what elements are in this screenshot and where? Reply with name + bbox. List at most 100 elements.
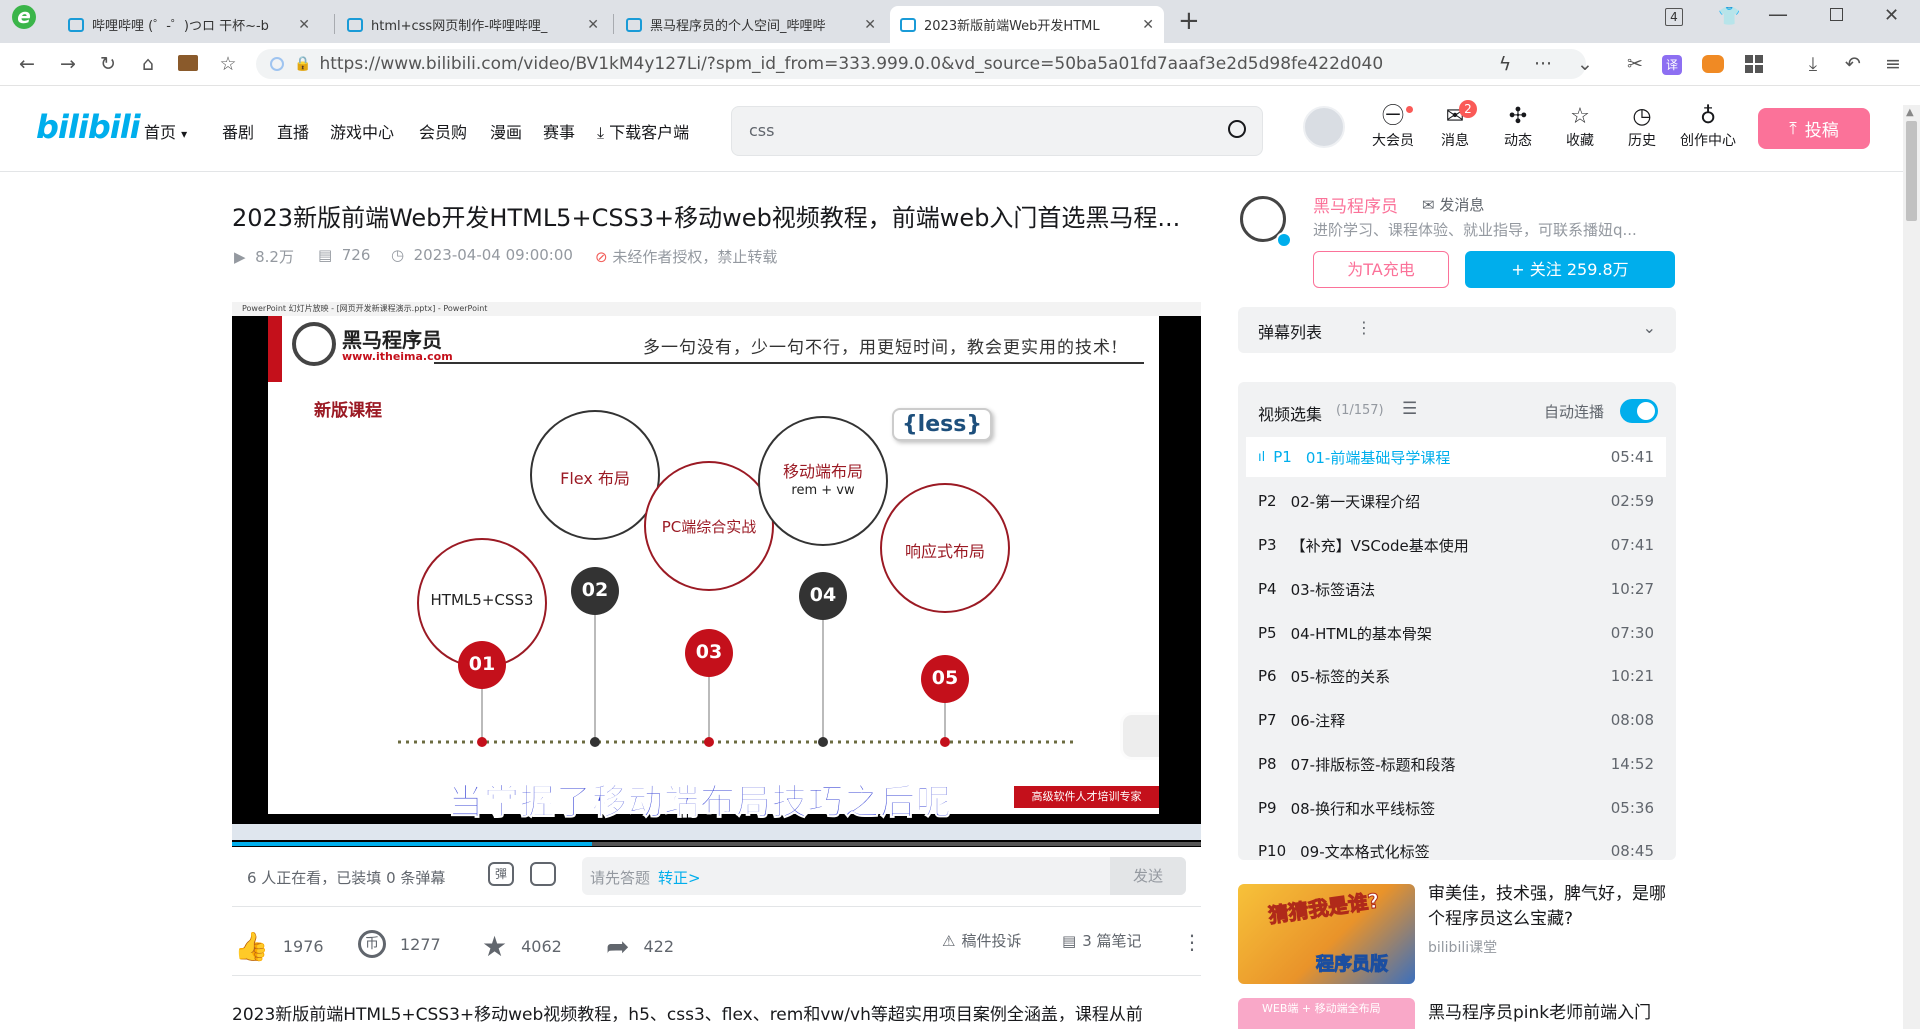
playlist-item[interactable]: P8 07-排版标签-标题和段落 14:52 (1246, 744, 1666, 784)
search-box[interactable]: css (731, 106, 1263, 156)
search-icon[interactable] (1228, 120, 1246, 138)
undo-icon[interactable]: ↶ (1840, 52, 1866, 76)
close-tab-icon[interactable]: ✕ (587, 17, 599, 33)
danmaku-toggle-icon[interactable]: 彈 (488, 862, 514, 886)
playlist-item-current[interactable]: ıl P1 01-前端基础导学课程 05:41 (1246, 437, 1666, 477)
dropdown-chevron-icon[interactable]: ⌄ (1572, 52, 1598, 76)
favorite-button[interactable]: ★ 4062 (482, 930, 562, 963)
header-history[interactable]: ◷ 历史 (1612, 104, 1672, 150)
upload-button[interactable]: ⤒ 投稿 (1758, 108, 1870, 149)
menu-icon[interactable]: ≡ (1880, 52, 1906, 76)
page-scrollbar[interactable]: ▲ (1903, 105, 1920, 1029)
skin-icon[interactable]: 👕 (1718, 6, 1740, 27)
recommend-thumbnail[interactable]: 猜猜我是谁? 程序员版 (1238, 884, 1415, 984)
url-text[interactable]: https://www.bilibili.com/video/BV1kM4y12… (319, 54, 1383, 74)
autoplay-toggle[interactable] (1620, 399, 1658, 423)
send-button[interactable]: 发送 (1110, 857, 1186, 895)
browser-tab[interactable]: html+css网页制作-哔哩哔哩_ ✕ (337, 6, 609, 43)
nav-download-client[interactable]: ⤓ 下载客户端 (597, 119, 689, 143)
notes-button[interactable]: ▤ 3 篇笔记 (1062, 930, 1142, 951)
browser-tab[interactable]: 黑马程序员的个人空间_哔哩哔 ✕ (616, 6, 886, 43)
playlist-item[interactable]: P3 【补充】VSCode基本使用 07:41 (1246, 525, 1666, 565)
recommend-thumbnail[interactable]: WEB端 + 移动端全布局 (1238, 998, 1415, 1029)
bilibili-logo[interactable]: bilibili (36, 108, 141, 146)
danmaku-settings-icon[interactable] (530, 862, 556, 886)
video-description: 2023新版前端HTML5+CSS3+移动web视频教程，h5、css3、fle… (232, 1005, 1143, 1025)
charge-button[interactable]: 为TA充电 (1313, 251, 1449, 288)
nav-live[interactable]: 直播 (277, 119, 309, 143)
nav-home[interactable]: 首页 ▾ (144, 119, 187, 143)
translate-icon[interactable]: 译 (1662, 55, 1682, 75)
header-vip[interactable]: ㊀大会员 (1363, 104, 1423, 150)
playlist-item[interactable]: P9 08-换行和水平线标签 05:36 (1246, 788, 1666, 828)
player-big-play-icon[interactable] (1120, 712, 1159, 760)
more-actions-icon[interactable]: ⋮ (1182, 930, 1202, 954)
playlist-count: (1/157) (1336, 403, 1384, 418)
close-tab-icon[interactable]: ✕ (864, 17, 876, 33)
coin-icon: 币 (358, 930, 386, 958)
chevron-down-icon[interactable]: ⌄ (1643, 318, 1656, 337)
nav-anime[interactable]: 番剧 (222, 119, 254, 143)
scrollbar-up-arrow[interactable]: ▲ (1906, 107, 1914, 118)
lightning-icon[interactable]: ϟ (1492, 52, 1518, 76)
favorites-icon[interactable]: ☆ (215, 52, 241, 76)
address-bar[interactable]: 🔒 https://www.bilibili.com/video/BV1kM4y… (256, 49, 1586, 79)
follow-button[interactable]: + 关注 259.8万 (1465, 251, 1675, 288)
restore-icon[interactable] (1830, 8, 1843, 21)
danmaku-list-panel[interactable]: 弹幕列表 ⋮ ⌄ (1238, 307, 1676, 353)
game-icon[interactable] (1702, 55, 1724, 73)
search-input[interactable]: css (749, 121, 774, 140)
nav-esports[interactable]: 赛事 (543, 119, 575, 143)
playlist-item[interactable]: P10 09-文本格式化标签 08:45 (1246, 831, 1666, 860)
home-icon[interactable]: ⌂ (135, 52, 161, 76)
coin-button[interactable]: 币 1277 (358, 930, 441, 958)
nav-game-center[interactable]: 游戏中心 (330, 119, 394, 143)
send-message-link[interactable]: ✉ 发消息 (1422, 194, 1484, 215)
recommend-title[interactable]: 审美佳，技术强，脾气好，是哪个程序员这么宝藏? (1428, 882, 1678, 932)
playlist-item[interactable]: P4 03-标签语法 10:27 (1246, 569, 1666, 609)
recommend-author[interactable]: bilibili课堂 (1428, 937, 1497, 957)
more-dots-icon[interactable]: ··· (1530, 52, 1556, 76)
close-tab-icon[interactable]: ✕ (1142, 17, 1154, 33)
report-button[interactable]: ⚠ 稿件投诉 (942, 930, 1021, 951)
back-icon[interactable]: ← (14, 52, 40, 76)
playlist-item[interactable]: P6 05-标签的关系 10:21 (1246, 656, 1666, 696)
recommend-title[interactable]: 黑马程序员pink老师前端入门 (1428, 998, 1651, 1023)
playlist-item[interactable]: P5 04-HTML的基本骨架 07:30 (1246, 613, 1666, 653)
list-view-icon[interactable]: ☰ (1402, 399, 1417, 419)
video-player[interactable]: PowerPoint 幻灯片放映 - [网页开发新课程演示.pptx] - Po… (232, 302, 1201, 847)
apps-grid-icon[interactable] (1745, 55, 1763, 73)
danmaku-list-more-icon[interactable]: ⋮ (1356, 318, 1372, 337)
share-button[interactable]: ➦ 422 (606, 930, 674, 963)
close-tab-icon[interactable]: ✕ (298, 17, 310, 33)
scrollbar-thumb[interactable] (1906, 121, 1917, 221)
header-dynamic[interactable]: ✣ 动态 (1488, 104, 1548, 150)
danmaku-input[interactable]: 请先答题 转正> 发送 (582, 857, 1186, 895)
playlist-item[interactable]: P7 06-注释 08:08 (1246, 700, 1666, 740)
uploader-name[interactable]: 黑马程序员 (1313, 192, 1398, 217)
forward-icon[interactable]: → (55, 52, 81, 76)
close-window-icon[interactable]: ✕ (1884, 5, 1899, 26)
playlist-item[interactable]: P2 02-第一天课程介绍 02:59 (1246, 481, 1666, 521)
reload-icon[interactable]: ↻ (95, 52, 121, 76)
answer-link[interactable]: 转正> (658, 867, 701, 888)
browser-tab[interactable]: 哔哩哔哩 (゜-゜)つロ 干杯~-b ✕ (58, 6, 320, 43)
header-messages[interactable]: ✉ 消息 2 (1425, 100, 1485, 150)
warning-icon: ⚠ (942, 931, 956, 950)
header-favorites[interactable]: ☆ 收藏 (1550, 104, 1610, 150)
slide-item-sub: rem + vw (791, 483, 855, 498)
download-icon[interactable]: ⤓ (1800, 52, 1826, 76)
site-info-icon[interactable] (270, 57, 284, 71)
minimize-icon[interactable]: — (1768, 2, 1788, 26)
tab-count-badge[interactable]: 4 (1665, 8, 1683, 26)
briefcase-icon[interactable] (178, 55, 198, 71)
avatar[interactable] (1303, 106, 1345, 148)
scissors-icon[interactable]: ✂ (1622, 52, 1648, 76)
nav-manga[interactable]: 漫画 (490, 119, 522, 143)
ppt-window-titlebar: PowerPoint 幻灯片放映 - [网页开发新课程演示.pptx] - Po… (232, 302, 1201, 316)
nav-mall[interactable]: 会员购 (419, 119, 467, 143)
header-creator-center[interactable]: ♁ 创作中心 (1676, 104, 1740, 150)
like-button[interactable]: 👍 1976 (234, 930, 324, 963)
new-tab-button[interactable]: + (1178, 6, 1200, 36)
browser-tab-active[interactable]: 2023新版前端Web开发HTML ✕ (890, 6, 1164, 43)
